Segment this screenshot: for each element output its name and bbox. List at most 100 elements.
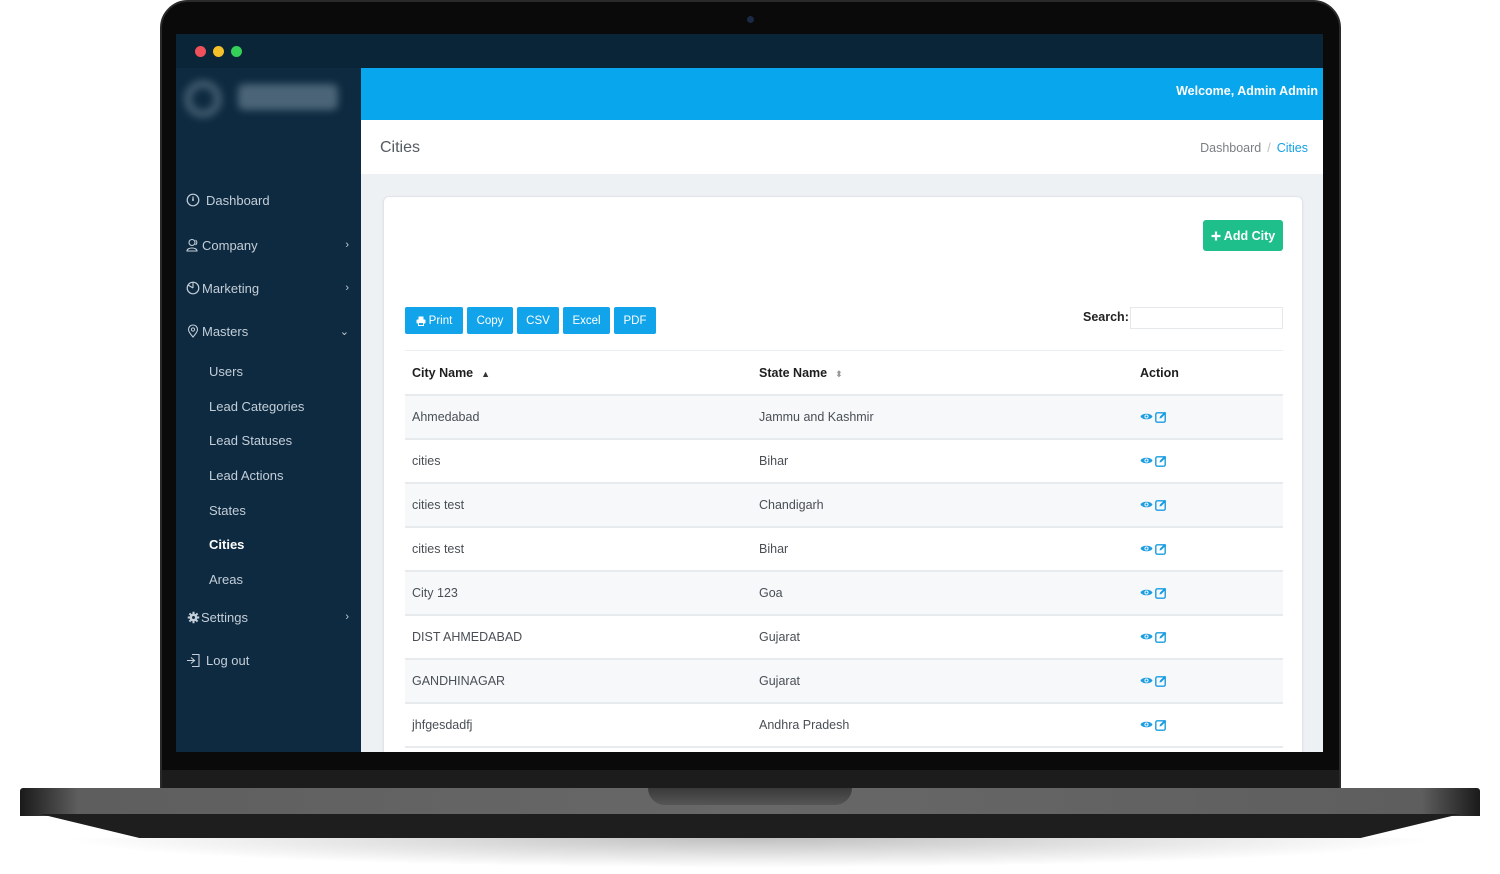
sidebar-item-settings[interactable]: Settings ›: [176, 602, 361, 632]
add-city-label: Add City: [1223, 228, 1276, 243]
sidebar-item-masters[interactable]: Masters ⌄: [176, 316, 361, 346]
laptop-bezel: [162, 770, 1339, 790]
main-content: Welcome, Admin Admin Cities Dashboard / Ci…: [361, 68, 1323, 752]
minimize-window-button[interactable]: [213, 46, 224, 57]
sidebar-subitem-states[interactable]: States: [209, 503, 246, 518]
close-window-button[interactable]: [195, 46, 206, 57]
sidebar-item-logout[interactable]: Log out: [176, 645, 361, 675]
sidebar-subitem-areas[interactable]: Areas: [209, 572, 243, 587]
column-header-state-name[interactable]: State Name ⬍: [759, 366, 843, 380]
state-name-cell: Bihar: [759, 454, 789, 468]
cities-card: Add City Print Copy CSV Excel PDF Search…: [383, 196, 1303, 752]
sidebar-item-label: Dashboard: [206, 192, 270, 208]
edit-icon[interactable]: [1155, 675, 1167, 687]
view-eye-icon[interactable]: [1140, 587, 1153, 599]
chevron-right-icon: ›: [345, 239, 349, 251]
sidebar-subitem-lead-statuses[interactable]: Lead Statuses: [209, 433, 292, 448]
search-label: Search:: [1083, 310, 1129, 324]
logo-wordmark: [238, 84, 338, 110]
edit-icon[interactable]: [1155, 719, 1167, 731]
action-cell: [1140, 455, 1167, 467]
excel-button[interactable]: Excel: [563, 307, 610, 334]
laptop-foot: [40, 814, 1460, 838]
chevron-right-icon: ›: [345, 611, 349, 623]
table-row: cities Bihar: [405, 440, 1283, 484]
sidebar-subitem-users[interactable]: Users: [209, 364, 243, 379]
copy-button[interactable]: Copy: [467, 307, 513, 334]
pie-chart-icon: [185, 280, 201, 296]
column-header-city-name[interactable]: City Name ▲: [412, 366, 490, 380]
city-name-cell: cities test: [412, 542, 465, 556]
print-button[interactable]: Print: [405, 307, 463, 334]
view-eye-icon[interactable]: [1140, 455, 1153, 467]
screen: Dashboard Company › Marketing › Masters …: [176, 34, 1323, 752]
edit-icon[interactable]: [1155, 631, 1167, 643]
table-row: City 123 Goa: [405, 572, 1283, 616]
edit-icon[interactable]: [1155, 455, 1167, 467]
city-name-cell: City 123: [412, 586, 458, 600]
app-logo[interactable]: [182, 74, 342, 124]
edit-icon[interactable]: [1155, 543, 1167, 555]
cities-table: City Name ▲ State Name ⬍ Action Ahmedabad …: [405, 350, 1283, 748]
welcome-user-menu[interactable]: Welcome, Admin Admin: [1176, 84, 1318, 98]
window-titlebar: [176, 34, 1323, 68]
table-row: DIST AHMEDABAD Gujarat: [405, 616, 1283, 660]
sidebar-item-dashboard[interactable]: Dashboard: [176, 185, 361, 215]
top-header-bar: Welcome, Admin Admin: [361, 68, 1323, 120]
sidebar-subitem-lead-categories[interactable]: Lead Categories: [209, 399, 304, 414]
action-cell: [1140, 719, 1167, 731]
view-eye-icon[interactable]: [1140, 631, 1153, 643]
table-row: Ahmedabad Jammu and Kashmir: [405, 396, 1283, 440]
city-name-cell: cities test: [412, 498, 465, 512]
plus-icon: [1211, 228, 1221, 244]
sidebar-item-marketing[interactable]: Marketing ›: [176, 273, 361, 303]
sidebar-item-label: Company: [202, 237, 258, 253]
column-header-action: Action: [1140, 366, 1179, 380]
logo-mark: [184, 80, 222, 118]
table-row: jhfgesdadfj Andhra Pradesh: [405, 704, 1283, 748]
view-eye-icon[interactable]: [1140, 543, 1153, 555]
edit-icon[interactable]: [1155, 587, 1167, 599]
state-name-cell: Jammu and Kashmir: [759, 410, 874, 424]
breadcrumb-dashboard-link[interactable]: Dashboard: [1200, 141, 1261, 155]
edit-icon[interactable]: [1155, 411, 1167, 423]
search-input[interactable]: [1130, 307, 1283, 329]
sidebar-subitem-cities[interactable]: Cities: [209, 537, 244, 552]
sidebar-subitem-lead-actions[interactable]: Lead Actions: [209, 468, 283, 483]
table-row: GANDHINAGAR Gujarat: [405, 660, 1283, 704]
state-name-cell: Gujarat: [759, 630, 800, 644]
laptop-notch: [648, 788, 852, 805]
view-eye-icon[interactable]: [1140, 719, 1153, 731]
view-eye-icon[interactable]: [1140, 675, 1153, 687]
sidebar: Dashboard Company › Marketing › Masters …: [176, 68, 361, 752]
camera: [747, 16, 754, 23]
sidebar-item-label: Log out: [206, 652, 250, 668]
action-cell: [1140, 499, 1167, 511]
table-body: Ahmedabad Jammu and Kashmir cities Bihar…: [405, 396, 1283, 748]
sidebar-item-label: Settings: [201, 609, 248, 625]
add-city-button[interactable]: Add City: [1203, 220, 1283, 251]
pdf-button[interactable]: PDF: [614, 307, 656, 334]
table-header: City Name ▲ State Name ⬍ Action: [405, 351, 1283, 396]
view-eye-icon[interactable]: [1140, 499, 1153, 511]
sidebar-item-company[interactable]: Company ›: [176, 230, 361, 260]
sort-both-icon: ⬍: [835, 369, 843, 379]
laptop-shadow: [60, 838, 1440, 868]
table-row: cities test Bihar: [405, 528, 1283, 572]
action-cell: [1140, 587, 1167, 599]
map-pin-icon: [185, 323, 201, 339]
column-label: State Name: [759, 366, 828, 380]
column-label: City Name: [412, 366, 474, 380]
csv-button[interactable]: CSV: [517, 307, 559, 334]
breadcrumb: Dashboard / Cities: [1200, 141, 1308, 155]
city-name-cell: GANDHINAGAR: [412, 674, 506, 688]
city-name-cell: DIST AHMEDABAD: [412, 630, 523, 644]
maximize-window-button[interactable]: [231, 46, 242, 57]
user-group-icon: [185, 237, 201, 253]
gear-icon: [185, 609, 201, 625]
view-eye-icon[interactable]: [1140, 411, 1153, 423]
city-name-cell: cities: [412, 454, 441, 468]
state-name-cell: Gujarat: [759, 674, 800, 688]
edit-icon[interactable]: [1155, 499, 1167, 511]
city-name-cell: jhfgesdadfj: [412, 718, 473, 732]
